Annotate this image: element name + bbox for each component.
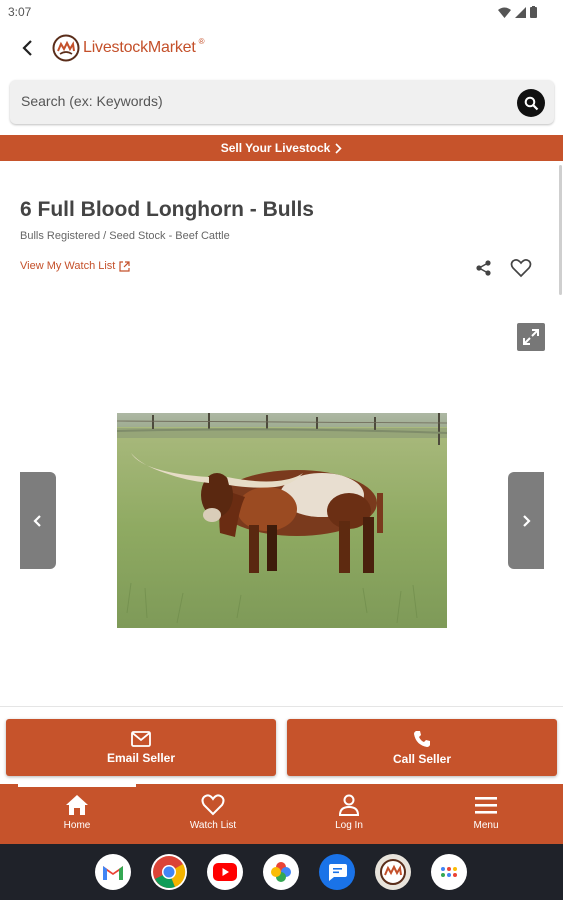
app-header: LivestockMarket ®	[0, 24, 563, 74]
email-seller-button[interactable]: Email Seller	[6, 719, 276, 776]
livestockmarket-app[interactable]	[375, 854, 411, 890]
messages-app[interactable]	[319, 854, 355, 890]
back-button[interactable]	[16, 36, 40, 60]
listing-photo[interactable]	[117, 413, 447, 628]
share-button[interactable]	[474, 258, 494, 278]
search-icon	[524, 96, 538, 110]
search-placeholder: Search (ex: Keywords)	[21, 93, 163, 109]
search-input[interactable]: Search (ex: Keywords)	[10, 80, 554, 124]
gmail-icon	[103, 866, 123, 880]
heart-icon	[201, 794, 225, 816]
chevron-right-icon	[523, 514, 531, 527]
battery-icon	[530, 6, 537, 18]
signal-icon	[515, 6, 526, 18]
nav-label-watch-list: Watch List	[189, 820, 237, 831]
hamburger-icon	[475, 797, 497, 814]
person-icon	[338, 794, 360, 816]
logo-mark-icon	[52, 34, 80, 62]
youtube-app[interactable]	[207, 854, 243, 890]
apps-grid-icon	[441, 867, 457, 877]
nav-item-menu[interactable]: Menu	[446, 794, 526, 831]
status-icons	[498, 6, 537, 18]
favorite-button[interactable]	[510, 258, 532, 278]
share-icon	[476, 260, 491, 276]
nav-item-home[interactable]: Home	[37, 794, 117, 831]
fullscreen-button[interactable]	[517, 323, 545, 351]
scrollbar[interactable]	[559, 165, 562, 295]
messages-icon	[329, 864, 347, 881]
sell-livestock-banner[interactable]: Sell Your Livestock	[0, 135, 563, 161]
chevron-right-icon	[335, 142, 342, 154]
chevron-left-icon	[33, 514, 41, 527]
system-dock	[0, 844, 563, 900]
logo-text: LivestockMarket	[83, 39, 196, 56]
search-button[interactable]	[517, 89, 545, 117]
livestockmarket-app-icon	[380, 859, 406, 885]
expand-icon	[523, 329, 539, 345]
nav-label-log-in: Log In	[335, 820, 363, 831]
youtube-icon	[213, 863, 237, 881]
call-seller-label: Call Seller	[392, 751, 452, 766]
email-seller-label: Email Seller	[106, 750, 176, 765]
listing-category: Bulls Registered / Seed Stock - Beef Cat…	[20, 230, 230, 242]
nav-label-menu: Menu	[473, 820, 499, 831]
photos-app[interactable]	[263, 854, 299, 890]
listing-title: 6 Full Blood Longhorn - Bulls	[20, 198, 314, 221]
watch-list-label: View My Watch List	[20, 260, 116, 272]
status-time: 3:07	[8, 5, 32, 19]
phone-icon	[414, 730, 430, 747]
app-drawer[interactable]	[431, 854, 467, 890]
carousel-next-button[interactable]	[508, 472, 544, 569]
sell-livestock-label: Sell Your Livestock	[220, 141, 331, 155]
contact-action-bar: Email Seller Call Seller	[0, 706, 563, 784]
status-bar: 3:07	[0, 0, 563, 24]
nav-active-indicator	[18, 784, 136, 787]
gmail-app[interactable]	[95, 854, 131, 890]
back-arrow-icon	[22, 40, 32, 56]
photos-icon	[271, 862, 291, 882]
heart-outline-icon	[510, 259, 532, 278]
logo[interactable]: LivestockMarket ®	[52, 34, 205, 62]
mail-icon	[131, 730, 151, 747]
view-watch-list-link[interactable]: View My Watch List	[20, 260, 130, 272]
call-seller-button[interactable]: Call Seller	[287, 719, 557, 776]
wifi-icon	[498, 7, 511, 18]
longhorn-bull-image	[117, 413, 447, 628]
chrome-icon	[153, 856, 186, 889]
nav-item-watch-list[interactable]: Watch List	[173, 794, 253, 831]
logo-registered: ®	[198, 37, 205, 46]
chrome-app[interactable]	[151, 854, 187, 890]
carousel-prev-button[interactable]	[20, 472, 56, 569]
bottom-nav: Home Watch List Log In Menu	[0, 784, 563, 844]
external-link-icon	[119, 260, 130, 272]
home-icon	[66, 795, 88, 815]
nav-label-home: Home	[63, 820, 91, 831]
nav-item-log-in[interactable]: Log In	[309, 794, 389, 831]
